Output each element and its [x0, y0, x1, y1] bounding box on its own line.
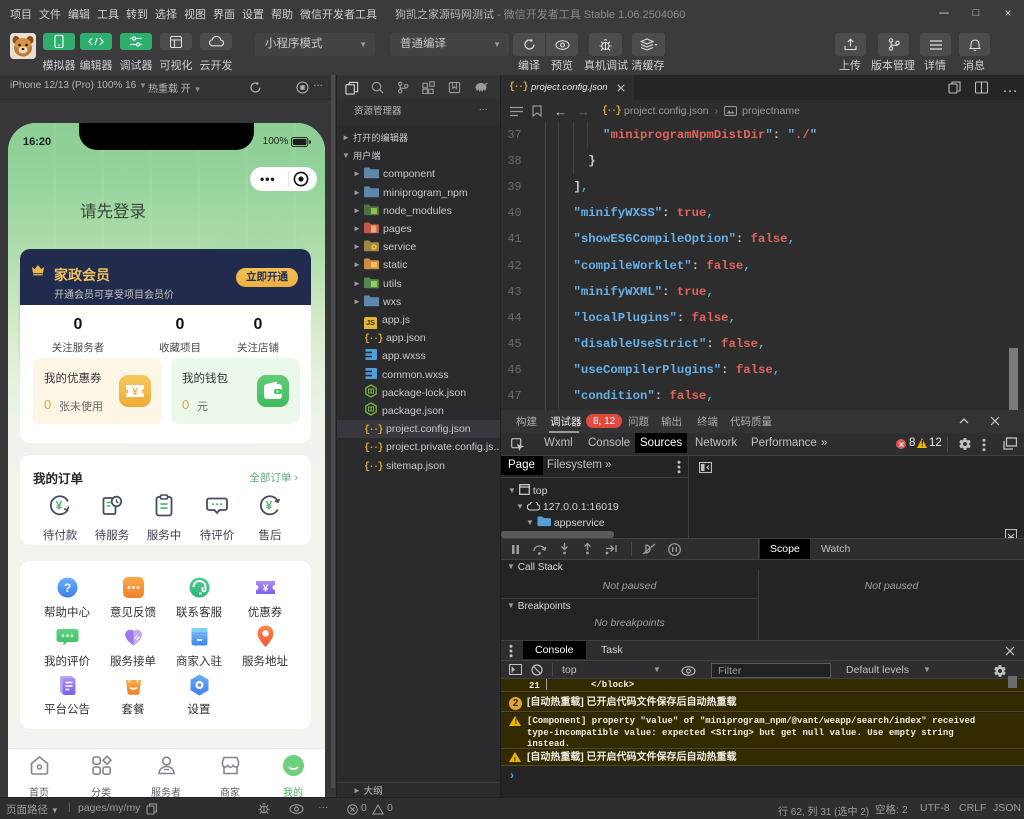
svg-text:¥: ¥	[266, 499, 273, 513]
svg-text:?: ?	[63, 581, 70, 595]
svg-text:¥: ¥	[132, 387, 138, 398]
svg-text:¥: ¥	[262, 584, 268, 595]
svg-text:¥: ¥	[56, 499, 63, 513]
